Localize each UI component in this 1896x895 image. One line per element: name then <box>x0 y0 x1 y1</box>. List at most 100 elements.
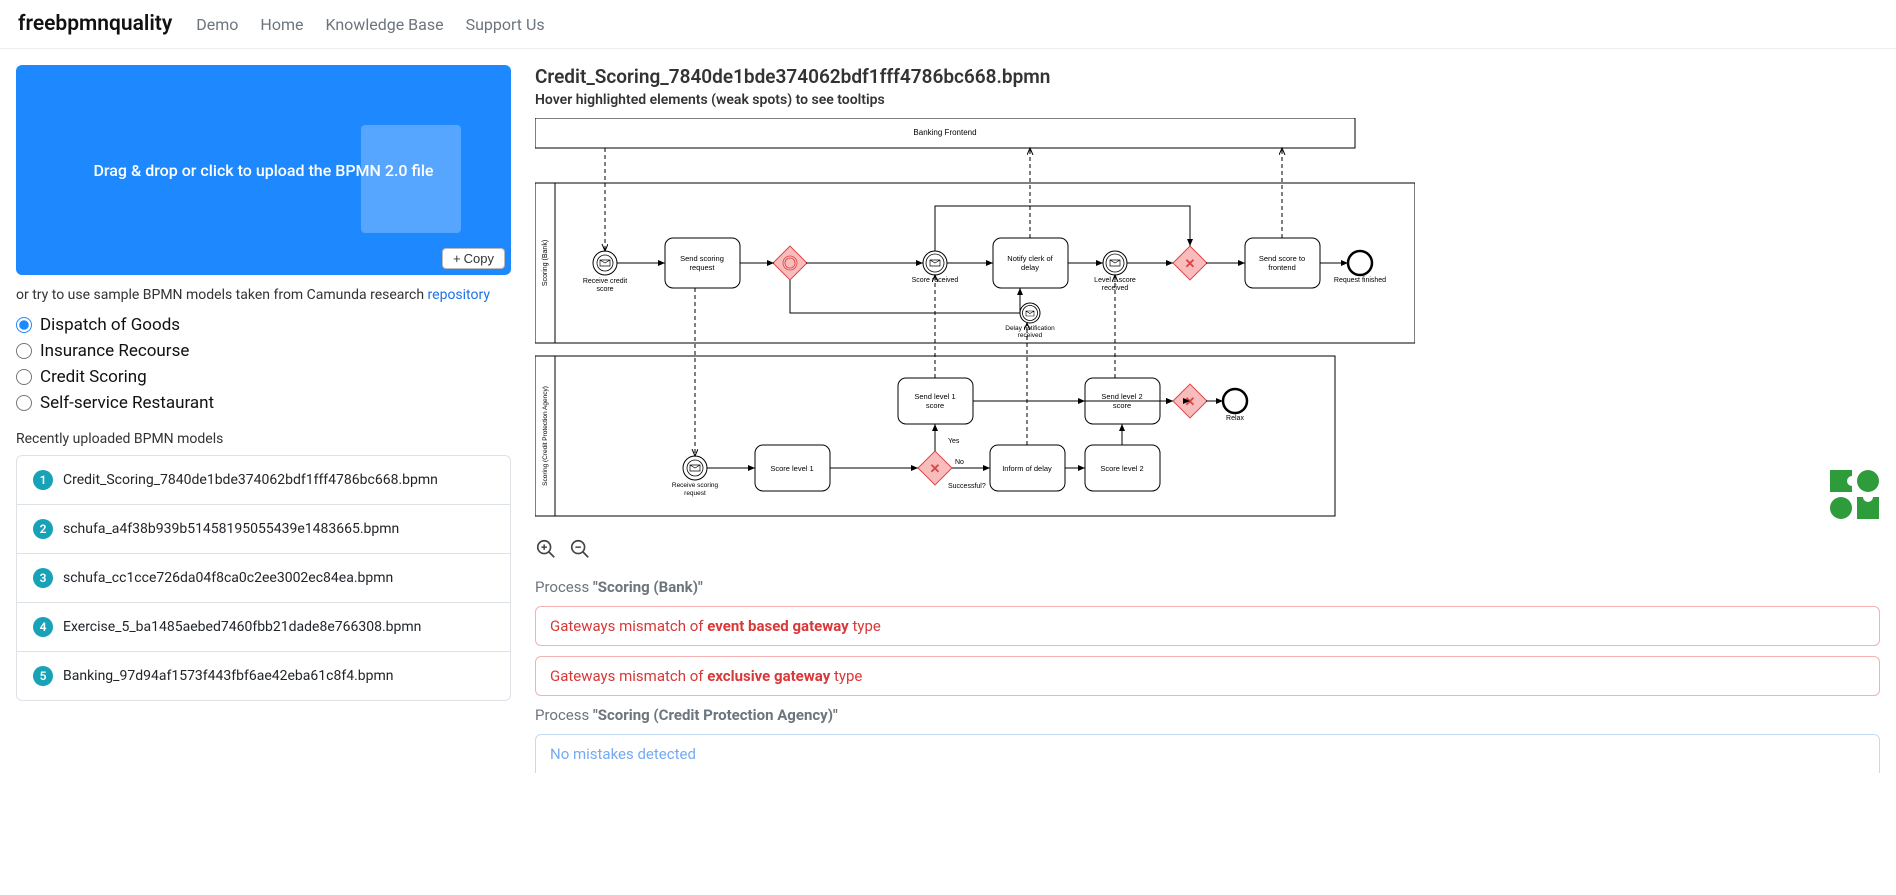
sample-credit-label: Credit Scoring <box>40 367 147 387</box>
svg-text:score: score <box>596 286 613 293</box>
catch-delay <box>1020 303 1040 323</box>
end-event-label: Request finished <box>1334 277 1386 284</box>
task-score-l2-label: Score level 2 <box>1100 464 1143 473</box>
end-event-2-label: Relax <box>1226 415 1244 422</box>
task-send-scoring-label: Send scoring <box>680 254 724 263</box>
svg-text:delay: delay <box>1021 263 1039 272</box>
sample-restaurant-radio[interactable] <box>16 395 32 411</box>
list-item-name: Credit_Scoring_7840de1bde374062bdf1fff47… <box>63 472 438 488</box>
puzzle-icon[interactable] <box>1830 470 1880 520</box>
list-item[interactable]: 4 Exercise_5_ba1485aebed7460fbb21dade8e7… <box>17 603 510 652</box>
alert-text-pre: Gateways mismatch of <box>550 617 707 635</box>
task-inform-delay-label: Inform of delay <box>1002 464 1052 473</box>
dropzone-preview-ghost <box>361 125 461 233</box>
list-item-name: Exercise_5_ba1485aebed7460fbb21dade8e766… <box>63 619 421 635</box>
sample-subtext: or try to use sample BPMN models taken f… <box>16 287 511 303</box>
svg-text:request: request <box>689 263 715 272</box>
svg-text:request: request <box>684 490 706 497</box>
end-event <box>1348 251 1372 275</box>
task-send-score-label: Send score to <box>1259 254 1305 263</box>
zoom-out-icon[interactable] <box>569 538 591 560</box>
list-item-name: schufa_cc1cce726da04f8ca0c2ee3002ec84ea.… <box>63 570 393 586</box>
navbar: freebpmnquality Demo Home Knowledge Base… <box>0 0 1896 49</box>
list-badge: 4 <box>33 617 53 637</box>
alert-event-gateway[interactable]: Gateways mismatch of event based gateway… <box>535 606 1880 646</box>
gateway-event-based-weak[interactable] <box>773 246 807 280</box>
process2-prefix: Process <box>535 706 593 724</box>
gw-yes: Yes <box>948 438 960 445</box>
brand[interactable]: freebpmnquality <box>18 12 172 36</box>
task-send-l2-label: Send level 2 <box>1101 392 1142 401</box>
process2-heading: Process "Scoring (Credit Protection Agen… <box>535 706 1880 724</box>
plus-icon: + <box>453 251 461 266</box>
pool-frontend-label: Banking Frontend <box>913 128 976 137</box>
pool-bank-label: Scoring (Bank) <box>542 240 549 286</box>
gw-question: Successful? <box>948 483 986 490</box>
alert-no-mistakes-text: No mistakes detected <box>550 745 696 763</box>
svg-text:frontend: frontend <box>1268 263 1296 272</box>
sample-restaurant-label: Self-service Restaurant <box>40 393 214 413</box>
sample-subtext-prefix: or try to use sample BPMN models taken f… <box>16 287 428 303</box>
list-item[interactable]: 2 schufa_a4f38b939b51458195055439e148366… <box>17 505 510 554</box>
recent-heading: Recently uploaded BPMN models <box>16 431 511 447</box>
alert-no-mistakes[interactable]: No mistakes detected <box>535 734 1880 773</box>
sample-credit-radio[interactable] <box>16 369 32 385</box>
bpmn-diagram[interactable]: Banking Frontend Scoring (Bank) Receive … <box>535 118 1415 528</box>
x-icon: ✕ <box>1185 394 1196 409</box>
start-event-label: Receive credit <box>583 278 627 285</box>
sample-insurance-label: Insurance Recourse <box>40 341 189 361</box>
copy-button-label: Copy <box>464 251 494 266</box>
alert-text-strong: exclusive gateway <box>707 667 830 685</box>
upload-dropzone[interactable]: Drag & drop or click to upload the BPMN … <box>16 65 511 275</box>
process1-prefix: Process <box>535 578 593 596</box>
task-notify-clerk-label: Notify clerk of <box>1007 254 1053 263</box>
nav-demo[interactable]: Demo <box>196 15 238 34</box>
list-badge: 2 <box>33 519 53 539</box>
process2-name: "Scoring (Credit Protection Agency)" <box>593 706 838 724</box>
list-item-name: Banking_97d94af1573f443fbf6ae42eba61c8f4… <box>63 668 394 684</box>
zoom-in-icon[interactable] <box>535 538 557 560</box>
hover-hint: Hover highlighted elements (weak spots) … <box>535 92 1880 108</box>
end-event-2 <box>1223 389 1247 413</box>
catch-delay-label: Delay notification <box>1005 325 1055 332</box>
alert-text-strong: event based gateway <box>707 617 849 635</box>
list-item[interactable]: 1 Credit_Scoring_7840de1bde374062bdf1fff… <box>17 456 510 505</box>
x-icon: ✕ <box>930 461 941 476</box>
svg-text:score: score <box>1113 401 1131 410</box>
sample-radio-list: Dispatch of Goods Insurance Recourse Cre… <box>16 315 511 413</box>
sample-dispatch[interactable]: Dispatch of Goods <box>16 315 511 335</box>
x-icon: ✕ <box>1185 256 1196 271</box>
list-badge: 1 <box>33 470 53 490</box>
recent-list[interactable]: 1 Credit_Scoring_7840de1bde374062bdf1fff… <box>16 455 511 701</box>
sample-insurance[interactable]: Insurance Recourse <box>16 341 511 361</box>
alert-text-post: type <box>830 667 862 685</box>
nav-kb[interactable]: Knowledge Base <box>325 15 443 34</box>
list-item[interactable]: 3 schufa_cc1cce726da04f8ca0c2ee3002ec84e… <box>17 554 510 603</box>
task-score-l1-label: Score level 1 <box>770 464 813 473</box>
alert-text-post: type <box>849 617 881 635</box>
alert-exclusive-gateway[interactable]: Gateways mismatch of exclusive gateway t… <box>535 656 1880 696</box>
task-send-l1-label: Send level 1 <box>914 392 955 401</box>
sample-dispatch-radio[interactable] <box>16 317 32 333</box>
gw-no: No <box>955 459 964 466</box>
list-item-name: schufa_a4f38b939b51458195055439e1483665.… <box>63 521 399 537</box>
pool-agency-label: Scoring (Credit Protection Agency) <box>542 386 549 486</box>
alert-text-pre: Gateways mismatch of <box>550 667 707 685</box>
repository-link[interactable]: repository <box>428 287 490 303</box>
sample-restaurant[interactable]: Self-service Restaurant <box>16 393 511 413</box>
sample-insurance-radio[interactable] <box>16 343 32 359</box>
file-title: Credit_Scoring_7840de1bde374062bdf1fff47… <box>535 65 1880 88</box>
process1-name: "Scoring (Bank)" <box>593 578 703 596</box>
nav-home[interactable]: Home <box>260 15 303 34</box>
svg-text:received: received <box>1018 332 1043 339</box>
svg-text:score: score <box>926 401 944 410</box>
nav-support[interactable]: Support Us <box>466 15 545 34</box>
sample-dispatch-label: Dispatch of Goods <box>40 315 180 335</box>
copy-button[interactable]: + Copy <box>442 248 505 269</box>
process1-heading: Process "Scoring (Bank)" <box>535 578 1880 596</box>
start-event-2-label: Receive scoring <box>672 482 719 489</box>
list-badge: 3 <box>33 568 53 588</box>
sample-credit[interactable]: Credit Scoring <box>16 367 511 387</box>
zoom-controls <box>535 538 1880 560</box>
list-item[interactable]: 5 Banking_97d94af1573f443fbf6ae42eba61c8… <box>17 652 510 700</box>
